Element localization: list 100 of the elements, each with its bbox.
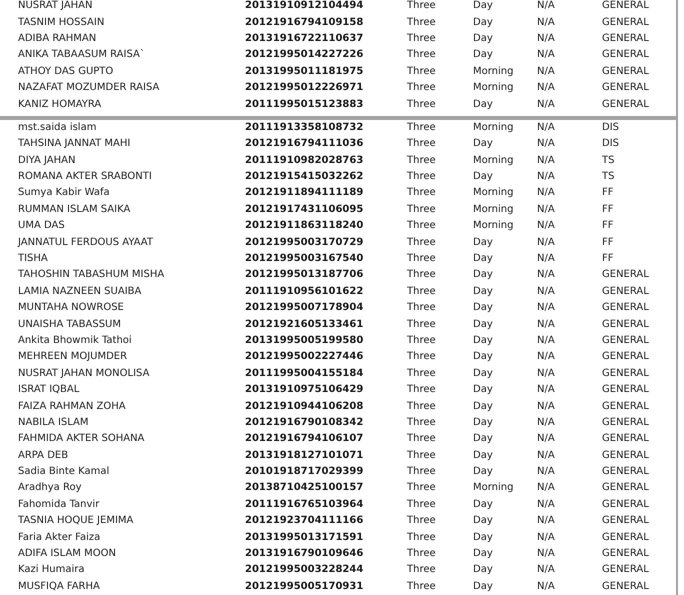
- table-cell-text: NUSRAT JAHAN: [18, 0, 94, 12]
- table-cell-text: 20131995013171591: [245, 532, 364, 544]
- table-cell-text: 20121995013187706: [245, 269, 364, 282]
- table-cell-text: 20111916765103964: [245, 498, 364, 511]
- table-cell-text: Day: [473, 384, 494, 396]
- table-cell-text: N/A: [537, 204, 556, 216]
- table-cell-text: Morning: [473, 82, 514, 94]
- table-cell-text: 20101918717029399: [245, 466, 364, 478]
- table-cell-text: GENERAL: [602, 98, 650, 111]
- table-cell-text: GENERAL: [602, 0, 650, 12]
- table-cell-text: Day: [473, 32, 494, 45]
- table-cell-text: RUMMAN ISLAM SAIKA: [18, 204, 132, 216]
- table-cell-text: Three: [407, 400, 437, 412]
- table-cell-text: TASNIA HOQUE JEMIMA: [18, 515, 134, 528]
- table-cell-text: Day: [473, 138, 494, 150]
- table-cell-text: N/A: [537, 82, 556, 94]
- table-cell-text: N/A: [537, 450, 556, 462]
- table-cell-text: GENERAL: [602, 400, 650, 412]
- table-cell-text: MUSFIQA FARHA: [18, 580, 101, 593]
- table-cell-text: Three: [407, 0, 437, 12]
- table-cell-text: Day: [473, 580, 494, 593]
- table-cell-text: N/A: [537, 532, 556, 544]
- table-cell-text: GENERAL: [602, 498, 650, 511]
- table-cell-text: N/A: [537, 466, 556, 478]
- table-cell-text: JANNATUL FERDOUS AYAAT: [18, 236, 154, 249]
- table-cell-text: GENERAL: [602, 384, 650, 396]
- table-cell-text: 20131918127101071: [245, 450, 364, 462]
- table-cell-text: GENERAL: [602, 66, 650, 78]
- table-cell-text: N/A: [537, 515, 556, 528]
- table-cell-text: 20111910956101622: [245, 286, 364, 298]
- table-cell-text: Day: [473, 368, 494, 380]
- table-cell-text: 20121995005170931: [245, 580, 364, 593]
- table-cell-text: N/A: [537, 351, 556, 364]
- table-cell-text: Sadia Binte Kamal: [18, 466, 110, 478]
- table-cell-text: GENERAL: [602, 482, 650, 494]
- table-cell-text: Three: [407, 351, 437, 364]
- table-cell-text: NAZAFAT MOZUMDER RAISA: [18, 82, 160, 94]
- table-cell-text: N/A: [537, 564, 556, 576]
- table-cell-text: Three: [407, 532, 437, 544]
- table-cell-text: Day: [473, 318, 494, 331]
- table-cell-text: TAHOSHIN TABASHUM MISHA: [18, 269, 166, 282]
- table-cell-text: MUNTAHA NOWROSE: [18, 302, 125, 314]
- table-cell-text: Three: [407, 433, 437, 446]
- table-cell-text: GENERAL: [602, 269, 650, 282]
- table-cell-text: GENERAL: [602, 564, 650, 576]
- table-cell-text: Three: [407, 49, 437, 62]
- table-cell-text: DIS: [602, 122, 620, 134]
- table-cell-text: Day: [473, 49, 494, 62]
- table-cell-text: Faria Akter Faiza: [18, 532, 102, 544]
- table-cell-text: 20121995003167540: [245, 252, 364, 265]
- table-cell-text: Ankita Bhowmik Tathoi: [18, 334, 133, 347]
- table-cell-text: KANIZ HOMAYRA: [18, 98, 102, 111]
- table-cell-text: Morning: [473, 154, 514, 167]
- table-cell-text: 20131910975106429: [245, 384, 364, 396]
- table-cell-text: GENERAL: [602, 515, 650, 528]
- table-cell-text: mst.saida islam: [18, 122, 98, 134]
- table-cell-text: ROMANA AKTER SRABONTI: [18, 171, 153, 184]
- table-cell-text: Day: [473, 302, 494, 314]
- table-cell-text: FAIZA RAHMAN ZOHA: [18, 400, 127, 412]
- table-cell-text: Morning: [473, 220, 514, 232]
- table-cell-text: Three: [407, 16, 437, 29]
- table-cell-text: GENERAL: [602, 286, 650, 298]
- table-cell-text: N/A: [537, 138, 556, 150]
- table-cell-text: Day: [473, 171, 494, 184]
- table-cell-text: MEHREEN MOJUMDER: [18, 351, 128, 364]
- table-cell-text: GENERAL: [602, 450, 650, 462]
- table-cell-text: Morning: [473, 122, 514, 134]
- table-cell-text: Fahomida Tanvir: [18, 498, 100, 511]
- table-cell-text: Three: [407, 98, 437, 111]
- table-cell-text: DIYA JAHAN: [18, 154, 76, 167]
- table-cell-text: Day: [473, 269, 494, 282]
- table-cell-text: Three: [407, 220, 437, 232]
- table-cell-text: ISRAT IQBAL: [18, 384, 80, 396]
- table-cell-text: N/A: [537, 433, 556, 446]
- table-cell-text: 20121995007178904: [245, 302, 364, 314]
- table-cell-text: Day: [473, 450, 494, 462]
- table-cell-text: Day: [473, 0, 494, 12]
- table-cell-text: N/A: [537, 368, 556, 380]
- table-cell-text: 20131916722110637: [245, 32, 364, 45]
- table-cell-text: ADIBA RAHMAN: [18, 32, 98, 45]
- table-cell-text: UNAISHA TABASSUM: [18, 318, 122, 331]
- table-cell-text: GENERAL: [602, 548, 650, 560]
- table-cell-text: Morning: [473, 482, 514, 494]
- table-cell-text: UMA DAS: [18, 220, 66, 232]
- table-cell-text: 20121995002227446: [245, 351, 364, 364]
- table-cell-text: LAMIA NAZNEEN SUAIBA: [18, 286, 142, 298]
- table-cell-text: Day: [473, 400, 494, 412]
- table-cell-text: FAHMIDA AKTER SOHANA: [18, 433, 146, 446]
- table-cell-text: FF: [602, 220, 615, 232]
- table-cell-text: Three: [407, 580, 437, 593]
- table-cell-text: GENERAL: [602, 32, 650, 45]
- table-cell-text: GENERAL: [602, 368, 650, 380]
- table-cell-text: N/A: [537, 286, 556, 298]
- table-cell-text: 20121923704111166: [245, 515, 364, 528]
- table-cell-text: GENERAL: [602, 580, 650, 593]
- table-cell-text: Day: [473, 334, 494, 347]
- table-cell-text: Three: [407, 82, 437, 94]
- table-cell-text: Day: [473, 564, 494, 576]
- table-cell-text: N/A: [537, 220, 556, 232]
- table-cell-text: GENERAL: [602, 532, 650, 544]
